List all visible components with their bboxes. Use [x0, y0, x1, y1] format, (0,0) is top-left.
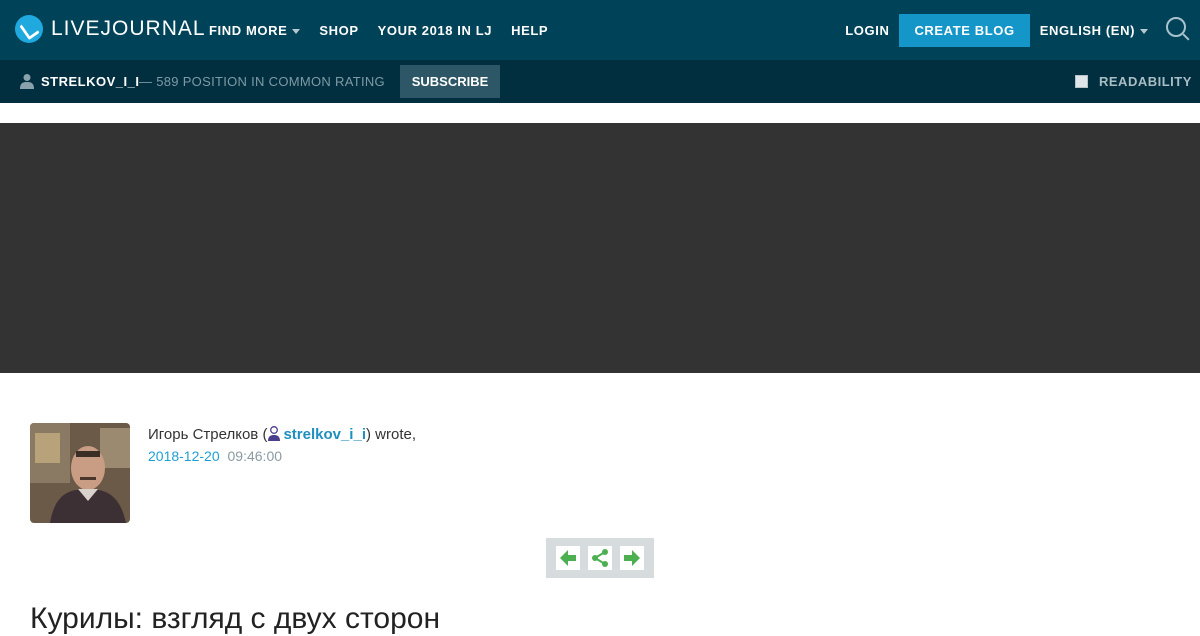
header-actions: LOGIN CREATE BLOG ENGLISH (EN) — [845, 0, 1186, 60]
logo-text: LIVEJOURNAL — [51, 17, 206, 40]
entry-controls — [546, 538, 654, 578]
top-nav-bar: LIVEJOURNAL FIND MORE SHOP YOUR 2018 IN … — [0, 0, 1200, 60]
lj-user-link[interactable]: strelkov_i_i — [283, 426, 366, 443]
rating-text: — 589 POSITION IN COMMON RATING — [139, 74, 385, 89]
post-author-line: Игорь Стрелков ( strelkov_i_i) wrote, — [148, 426, 416, 443]
arrow-left-icon — [560, 550, 576, 566]
chevron-down-icon — [292, 28, 301, 34]
user-icon — [20, 74, 34, 89]
banner-area — [0, 123, 1200, 373]
chevron-down-icon — [1140, 28, 1148, 34]
lj-user-icon — [268, 426, 281, 441]
previous-entry-button[interactable] — [556, 546, 580, 570]
readability-checkbox[interactable] — [1075, 75, 1088, 88]
nav-shop[interactable]: SHOP — [319, 23, 358, 38]
share-icon — [592, 549, 608, 567]
main-nav: FIND MORE SHOP YOUR 2018 IN LJ HELP — [209, 0, 548, 60]
livejournal-logo[interactable]: LIVEJOURNAL — [15, 15, 206, 43]
author-name: Игорь Стрелков ( — [148, 426, 268, 443]
next-entry-button[interactable] — [620, 546, 644, 570]
language-selector[interactable]: ENGLISH (EN) — [1040, 23, 1148, 38]
nav-find-more[interactable]: FIND MORE — [209, 22, 301, 38]
wrote-text: ) wrote, — [366, 426, 417, 443]
post-date-link[interactable]: 2018-12-20 — [148, 448, 220, 464]
share-button[interactable] — [588, 546, 612, 570]
post-datetime: 2018-12-20 09:46:00 — [148, 448, 282, 464]
subscribe-button[interactable]: SUBSCRIBE — [400, 65, 500, 98]
create-blog-button[interactable]: CREATE BLOG — [899, 13, 1030, 47]
language-label: ENGLISH (EN) — [1039, 22, 1135, 38]
nav-your-2018[interactable]: YOUR 2018 IN LJ — [378, 23, 493, 38]
author-avatar[interactable] — [30, 423, 130, 523]
avatar-image — [30, 423, 130, 523]
nav-help[interactable]: HELP — [511, 23, 548, 38]
post-title: Курилы: взгляд с двух сторон — [30, 602, 441, 635]
arrow-right-icon — [624, 550, 640, 566]
journal-username[interactable]: STRELKOV_I_I — [41, 74, 139, 89]
login-link[interactable]: LOGIN — [845, 23, 889, 38]
nav-find-more-label: FIND MORE — [209, 22, 288, 38]
search-icon[interactable] — [1166, 17, 1186, 37]
livejournal-logo-icon — [15, 15, 43, 43]
readability-label[interactable]: READABILITY — [1099, 74, 1192, 89]
post-time: 09:46:00 — [227, 448, 283, 464]
